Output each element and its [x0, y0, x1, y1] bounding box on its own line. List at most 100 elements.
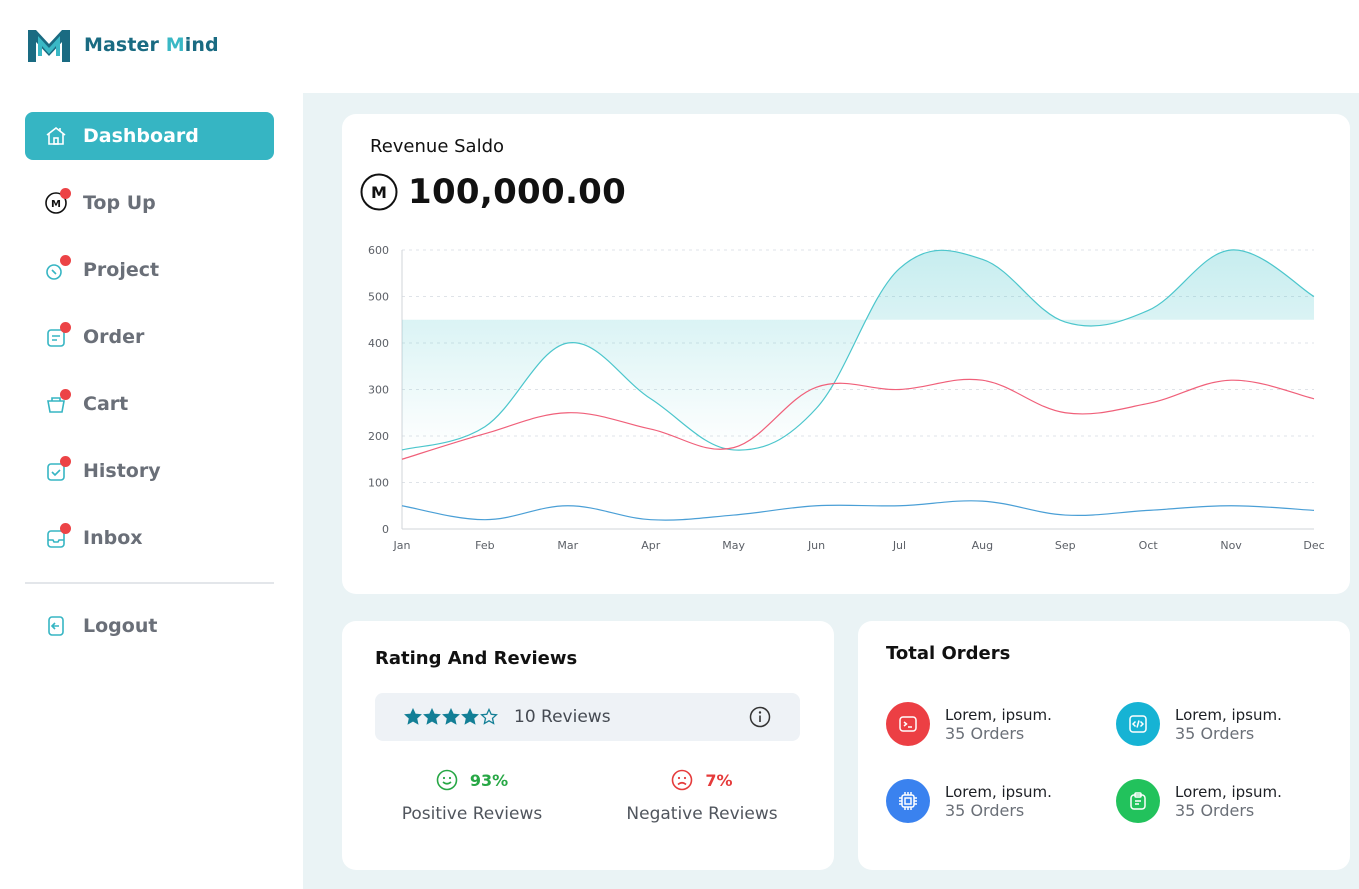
terminal-icon: [886, 702, 930, 746]
sidebar-item-history[interactable]: History: [25, 447, 274, 495]
y-tick-label: 600: [368, 244, 389, 257]
sidebar-nav: Dashboard M Top Up Project Order Cart Hi…: [25, 112, 274, 581]
total-orders-card: Total Orders Lorem, ipsum. 35 Orders Lor…: [858, 621, 1350, 870]
order-count: 35 Orders: [1175, 800, 1255, 820]
inbox-icon: [44, 523, 71, 550]
sidebar: Dashboard M Top Up Project Order Cart Hi…: [0, 93, 303, 889]
star-filled-icon: [442, 708, 460, 725]
sidebar-item-label: Cart: [83, 393, 129, 415]
order-name: Lorem, ipsum.: [945, 705, 1052, 724]
revenue-card: Revenue Saldo M 100,000.00 0 100 200 300 400…: [342, 114, 1350, 594]
x-tick-label: Oct: [1139, 539, 1159, 552]
svg-text:M: M: [51, 199, 61, 210]
home-icon: [44, 124, 68, 148]
order-item[interactable]: Lorem, ipsum. 35 Orders: [1116, 702, 1282, 746]
positive-label: Positive Reviews: [401, 804, 543, 824]
positive-reviews: 93% Positive Reviews: [392, 769, 552, 824]
x-tick-label: Feb: [475, 539, 494, 552]
notification-dot: [60, 389, 71, 400]
revenue-title: Revenue Saldo: [370, 136, 505, 157]
sidebar-divider: [25, 582, 274, 584]
clipboard-icon: [1116, 779, 1160, 823]
x-tick-label: May: [722, 539, 745, 552]
order-name: Lorem, ipsum.: [1175, 782, 1282, 801]
code-icon: [1116, 702, 1160, 746]
notification-dot: [60, 188, 71, 199]
chip-icon: [886, 779, 930, 823]
frown-icon: [672, 769, 693, 791]
x-tick-label: Nov: [1220, 539, 1242, 552]
x-tick-label: Mar: [557, 539, 578, 552]
brand-logo[interactable]: Master Mind: [28, 26, 219, 64]
logout-label: Logout: [83, 615, 158, 637]
sidebar-item-label: Order: [83, 326, 145, 348]
sidebar-item-label: History: [83, 460, 161, 482]
series-area: [402, 249, 1314, 451]
brand-name: Master Mind: [84, 34, 219, 56]
y-tick-label: 400: [368, 337, 389, 350]
sidebar-item-dashboard[interactable]: Dashboard: [25, 112, 274, 160]
series-line-2: [401, 378, 1315, 460]
order-count: 35 Orders: [1175, 723, 1255, 743]
revenue-value: 100,000.00: [408, 172, 627, 212]
logout-icon: [44, 614, 68, 638]
negative-label: Negative Reviews: [626, 804, 778, 824]
project-icon: [44, 255, 71, 282]
y-tick-label: 200: [368, 430, 389, 443]
sidebar-item-label: Inbox: [83, 527, 143, 549]
star-rating: [404, 708, 498, 726]
series-line-3: [401, 500, 1315, 521]
positive-percentage: 93%: [469, 770, 509, 790]
logout-button[interactable]: Logout: [25, 602, 274, 650]
x-tick-label: Aug: [972, 539, 993, 552]
cart-icon: [44, 389, 71, 416]
svg-text:M: M: [371, 183, 387, 202]
revenue-amount: M 100,000.00: [360, 172, 626, 212]
notification-dot: [60, 523, 71, 534]
order-item[interactable]: Lorem, ipsum. 35 Orders: [1116, 779, 1282, 823]
rating-title: Rating And Reviews: [375, 648, 578, 669]
reviews-count: 10 Reviews: [514, 707, 611, 727]
sidebar-item-cart[interactable]: Cart: [25, 380, 274, 428]
y-tick-label: 500: [368, 291, 389, 304]
sidebar-item-label: Project: [83, 259, 160, 281]
info-icon[interactable]: [749, 706, 771, 728]
notification-dot: [60, 322, 71, 333]
sidebar-item-project[interactable]: Project: [25, 246, 274, 294]
orders-title: Total Orders: [886, 643, 1011, 664]
x-tick-label: Jan: [393, 539, 411, 552]
order-icon: [44, 322, 71, 349]
order-name: Lorem, ipsum.: [1175, 705, 1282, 724]
x-tick-label: Dec: [1303, 539, 1324, 552]
history-icon: [44, 456, 71, 483]
y-tick-label: 300: [368, 384, 389, 397]
sidebar-item-label: Top Up: [83, 192, 156, 214]
notification-dot: [60, 255, 71, 266]
coin-icon: M: [44, 188, 71, 215]
sidebar-item-top-up[interactable]: M Top Up: [25, 179, 274, 227]
x-tick-label: Sep: [1055, 539, 1076, 552]
notification-dot: [60, 456, 71, 467]
smile-icon: [436, 769, 458, 791]
y-tick-label: 0: [382, 523, 389, 536]
rating-reviews-card: Rating And Reviews 10 Reviews 93% Positi…: [342, 621, 834, 870]
order-count: 35 Orders: [945, 723, 1025, 743]
series-area-fill: [402, 249, 1314, 451]
sidebar-item-inbox[interactable]: Inbox: [25, 514, 274, 562]
star-empty-icon: [480, 708, 498, 725]
star-filled-icon: [404, 708, 422, 725]
star-filled-icon: [423, 708, 441, 725]
negative-reviews: 7% Negative Reviews: [622, 769, 782, 824]
coin-icon: M: [360, 173, 398, 211]
x-tick-label: Apr: [641, 539, 661, 552]
order-item[interactable]: Lorem, ipsum. 35 Orders: [886, 702, 1052, 746]
rating-summary: 10 Reviews: [375, 693, 800, 741]
order-item[interactable]: Lorem, ipsum. 35 Orders: [886, 779, 1052, 823]
star-filled-icon: [461, 708, 479, 725]
revenue-line-chart: 0 100 200 300 400 500 600 Jan Feb Mar Apr May Jun Jul…: [368, 244, 1325, 552]
sidebar-item-order[interactable]: Order: [25, 313, 274, 361]
x-tick-label: Jun: [807, 539, 825, 552]
sidebar-item-label: Dashboard: [83, 125, 199, 147]
y-tick-label: 100: [368, 477, 389, 490]
negative-percentage: 7%: [705, 770, 733, 790]
